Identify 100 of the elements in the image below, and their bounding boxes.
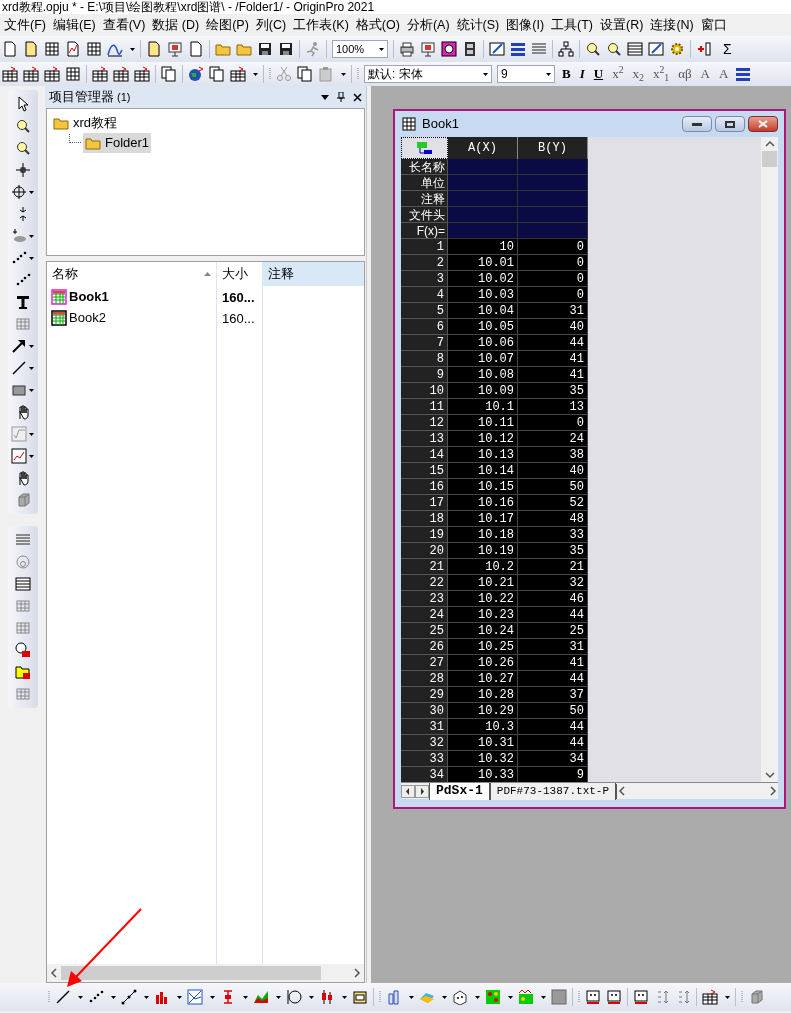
menu-item[interactable]: 统计(S) [456,15,500,35]
stripes-icon[interactable] [510,41,526,57]
face-icon[interactable] [633,989,649,1005]
folder-icon[interactable] [14,664,31,680]
format-button[interactable]: x$_{2}$ [630,64,646,84]
page-icon[interactable] [188,41,204,57]
font-size-dropdown[interactable]: 9 [497,65,555,83]
caret-icon[interactable] [379,47,384,51]
caret-icon[interactable] [210,995,215,999]
table-icon[interactable] [627,41,643,57]
dropdown-icon[interactable] [321,94,329,100]
format-button[interactable]: αβ [676,64,694,84]
worksheet-icon[interactable] [65,66,81,82]
menu-item[interactable]: 设置(R) [600,15,644,35]
menu-item[interactable]: 窗口 [700,15,727,35]
tree-item[interactable]: xrd教程 [51,113,120,133]
contour-icon[interactable] [518,989,534,1005]
caret-icon[interactable] [29,344,34,348]
menu-item[interactable]: 工具(T) [551,15,594,35]
caret-icon[interactable] [29,366,34,370]
caret-icon[interactable] [483,72,488,76]
globe-icon[interactable] [188,66,204,82]
caret-icon[interactable] [475,995,480,999]
worksheet-icon[interactable] [23,66,39,82]
column-header[interactable]: A(X) [448,137,518,159]
caret-icon[interactable] [508,995,513,999]
caret-icon[interactable] [29,432,34,436]
page-icon[interactable] [23,41,39,57]
screen-icon[interactable] [420,41,436,57]
curve-icon[interactable] [107,41,123,57]
clock-stamp-icon[interactable] [14,642,31,658]
scatter-icon[interactable] [14,272,31,288]
dial-icon[interactable] [14,554,31,570]
arrow-icon[interactable] [11,338,27,354]
page-icon[interactable] [146,41,162,57]
worksheet-icon[interactable] [401,116,417,132]
area-chart-icon[interactable] [253,989,269,1005]
magnifier-icon[interactable] [14,118,31,134]
caret-icon[interactable] [342,995,347,999]
format-button[interactable]: x$^{2}$ [610,64,626,84]
sheet-tab[interactable]: PDF#73-1387.txt-P [489,782,617,800]
screen-icon[interactable] [167,41,183,57]
format-button[interactable]: B [560,64,573,84]
file-name[interactable]: Book2 [69,307,106,328]
ellipse-icon[interactable] [11,228,27,244]
bar-chart-icon[interactable] [154,989,170,1005]
horizontal-scrollbar[interactable] [47,964,364,982]
stripes-icon[interactable] [735,66,752,82]
paste-icon[interactable] [318,66,334,82]
cube-icon[interactable] [452,989,468,1005]
worksheet-icon[interactable] [86,41,102,57]
menu-item[interactable]: 连接(N) [650,15,694,35]
disc-icon[interactable] [441,41,457,57]
gear-icon[interactable] [669,41,685,57]
magnifier-icon[interactable] [606,41,622,57]
horizontal-scrollbar[interactable] [616,783,778,799]
caret-icon[interactable] [177,995,182,999]
scatter-icon[interactable] [88,989,104,1005]
caret-icon[interactable] [276,995,281,999]
scrollbar-thumb[interactable] [61,966,321,980]
page-icon[interactable] [2,41,18,57]
menu-item[interactable]: 分析(A) [406,15,450,35]
folder-icon[interactable] [215,41,231,57]
copy-icon[interactable] [161,66,177,82]
face-icon[interactable] [606,989,622,1005]
caret-icon[interactable] [243,995,248,999]
maximize-button[interactable] [715,116,745,132]
zoom-dropdown[interactable]: 100% [332,40,388,58]
menu-item[interactable]: 查看(V) [102,15,146,35]
line-icon[interactable] [55,989,71,1005]
line-icon[interactable] [11,360,27,376]
caret-icon[interactable] [541,995,546,999]
format-button[interactable]: U [591,64,606,84]
stripes-icon[interactable] [14,532,31,548]
folder-icon[interactable] [53,115,69,131]
runner-icon[interactable] [305,41,321,57]
column-header[interactable]: B(Y) [518,137,588,159]
tree-item[interactable]: Folder1 [83,133,152,153]
candlestick-icon[interactable] [319,989,335,1005]
graph-icon[interactable] [11,448,27,464]
worksheet-icon[interactable] [702,989,718,1005]
bar-3d-icon[interactable] [386,989,402,1005]
menu-item[interactable]: 数据 (D) [152,15,200,35]
worksheet-icon[interactable] [44,66,60,82]
caret-icon[interactable] [409,995,414,999]
pin-icon[interactable] [337,92,345,102]
caret-icon[interactable] [130,47,135,51]
caret-icon[interactable] [29,234,34,238]
caret-icon[interactable] [29,190,34,194]
text-tool-icon[interactable] [14,294,31,310]
caret-icon[interactable] [725,995,730,999]
caret-icon[interactable] [29,388,34,392]
menu-item[interactable]: 编辑(E) [52,15,96,35]
scrollbar-thumb[interactable] [762,151,777,167]
caret-icon[interactable] [78,995,83,999]
worksheet-icon[interactable] [92,66,108,82]
menu-item[interactable]: 图像(I) [506,15,545,35]
hierarchy-icon[interactable] [558,41,574,57]
magnifier-icon[interactable] [585,41,601,57]
rectangle-icon[interactable] [11,382,27,398]
